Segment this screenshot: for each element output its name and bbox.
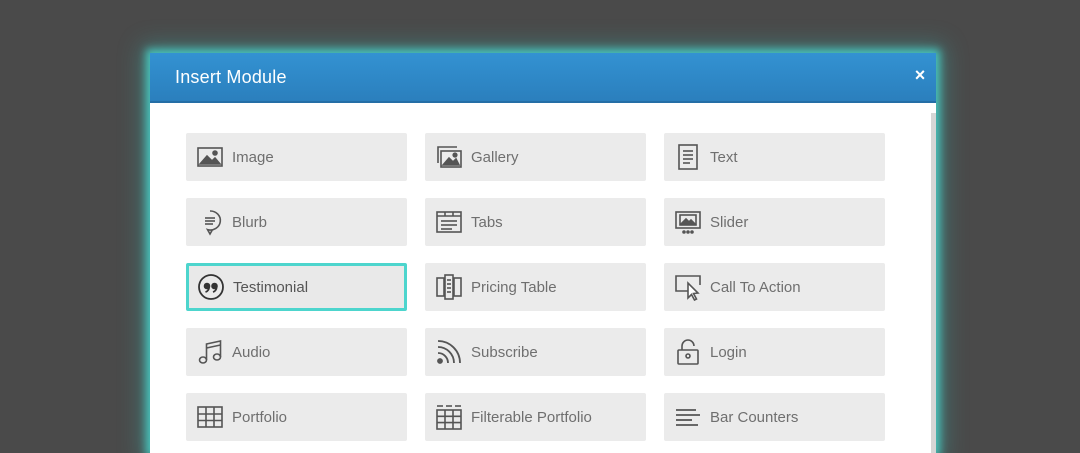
portfolio-icon xyxy=(196,403,224,431)
module-label: Call To Action xyxy=(710,278,801,296)
module-label: Pricing Table xyxy=(471,278,557,296)
gallery-icon xyxy=(435,143,463,171)
bar-counters-icon xyxy=(674,403,702,431)
module-blurb[interactable]: Blurb xyxy=(186,198,407,246)
text-icon xyxy=(674,143,702,171)
module-call-to-action[interactable]: Call To Action xyxy=(664,263,885,311)
module-label: Gallery xyxy=(471,148,519,166)
module-login[interactable]: Login xyxy=(664,328,885,376)
testimonial-icon xyxy=(197,273,225,301)
close-button[interactable]: × xyxy=(912,65,928,85)
module-text[interactable]: Text xyxy=(664,133,885,181)
module-label: Blurb xyxy=(232,213,268,231)
module-bar-counters[interactable]: Bar Counters xyxy=(664,393,885,441)
module-label: Tabs xyxy=(471,213,503,231)
image-icon xyxy=(196,143,224,171)
module-label: Login xyxy=(710,343,747,361)
module-testimonial[interactable]: Testimonial xyxy=(186,263,407,311)
pricing-table-icon xyxy=(435,273,463,301)
module-slider[interactable]: Slider xyxy=(664,198,885,246)
insert-module-dialog: Insert Module × Image Gallery Text Blurb… xyxy=(150,53,936,453)
module-label: Filterable Portfolio xyxy=(471,408,592,426)
modal-title: Insert Module xyxy=(175,67,287,87)
module-filterable-portfolio[interactable]: Filterable Portfolio xyxy=(425,393,646,441)
module-label: Image xyxy=(232,148,274,166)
modal-body: Image Gallery Text Blurb Tabs Slider Tes… xyxy=(150,103,936,453)
module-label: Portfolio xyxy=(232,408,288,426)
module-gallery[interactable]: Gallery xyxy=(425,133,646,181)
module-label: Slider xyxy=(710,213,749,231)
module-label: Testimonial xyxy=(233,278,309,296)
audio-icon xyxy=(196,338,224,366)
tabs-icon xyxy=(435,208,463,236)
module-tabs[interactable]: Tabs xyxy=(425,198,646,246)
module-label: Bar Counters xyxy=(710,408,799,426)
slider-icon xyxy=(674,208,702,236)
modal-header: Insert Module × xyxy=(150,53,936,103)
module-audio[interactable]: Audio xyxy=(186,328,407,376)
module-label: Subscribe xyxy=(471,343,538,361)
module-grid: Image Gallery Text Blurb Tabs Slider Tes… xyxy=(186,133,885,441)
subscribe-icon xyxy=(435,338,463,366)
call-to-action-icon xyxy=(674,273,702,301)
scrollbar[interactable] xyxy=(931,113,936,453)
module-label: Audio xyxy=(232,343,271,361)
module-portfolio[interactable]: Portfolio xyxy=(186,393,407,441)
module-pricing-table[interactable]: Pricing Table xyxy=(425,263,646,311)
module-image[interactable]: Image xyxy=(186,133,407,181)
login-icon xyxy=(674,338,702,366)
module-label: Text xyxy=(710,148,738,166)
filterable-portfolio-icon xyxy=(435,403,463,431)
blurb-icon xyxy=(196,208,224,236)
module-subscribe[interactable]: Subscribe xyxy=(425,328,646,376)
